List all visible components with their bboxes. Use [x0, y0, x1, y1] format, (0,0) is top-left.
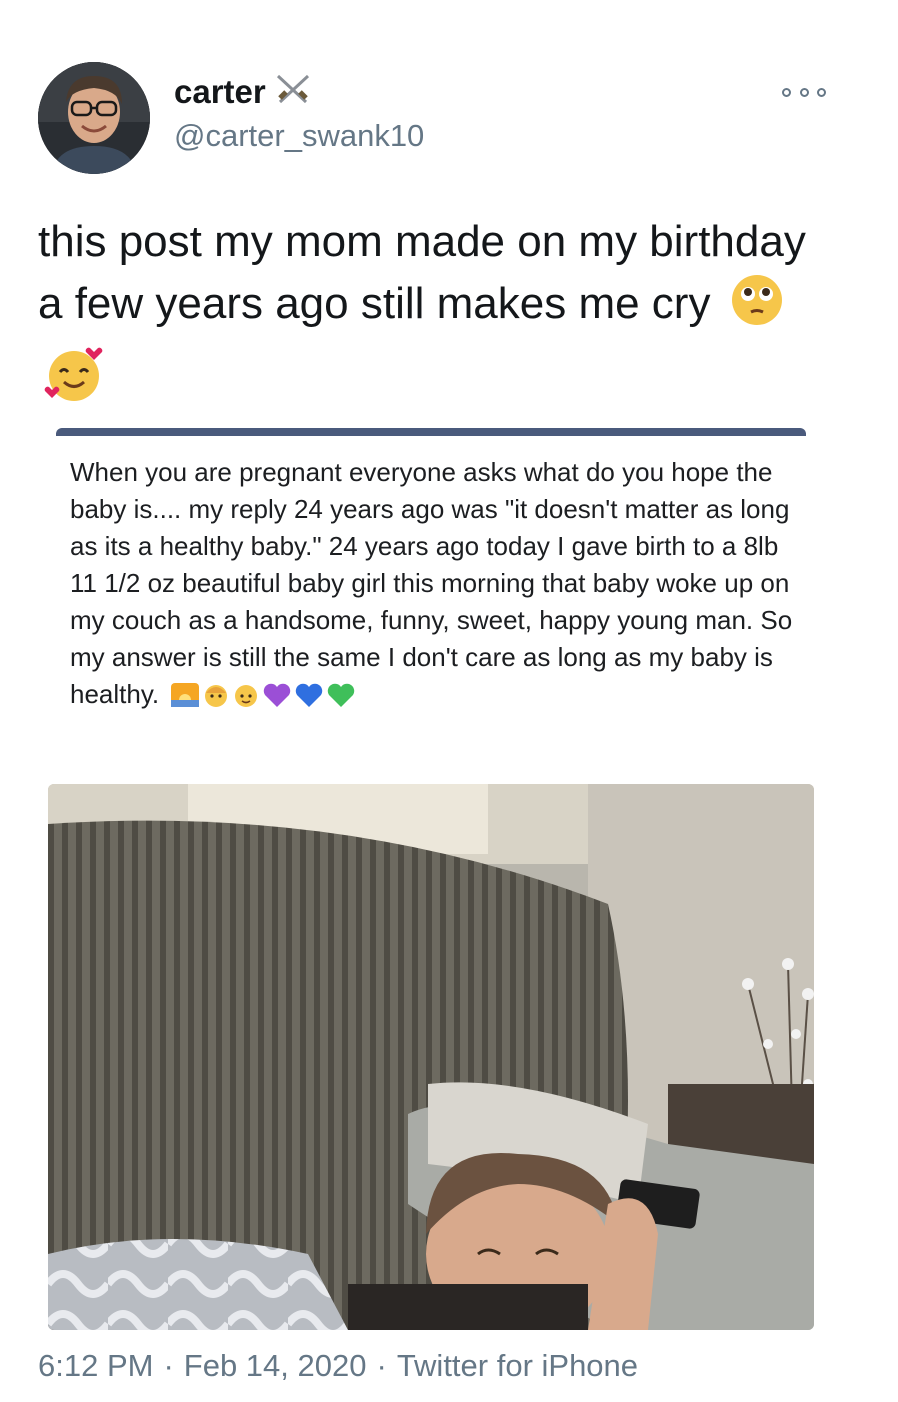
- tweet-body: this post my mom made on my birthday a f…: [38, 217, 806, 328]
- more-options-button[interactable]: [782, 82, 826, 102]
- embedded-post-body: When you are pregnant everyone asks what…: [70, 457, 793, 709]
- tweet-meta: 6:12 PM · Feb 14, 2020 · Twitter for iPh…: [38, 1348, 638, 1384]
- dot-icon: [782, 87, 791, 97]
- embed-top-bar: [56, 428, 806, 436]
- baby-girl-icon: [202, 681, 230, 719]
- green-heart-icon: [326, 681, 356, 718]
- tweet-card: carter @carter_swank10 this post my mom …: [0, 0, 898, 1402]
- tweet-source-link[interactable]: Twitter for iPhone: [397, 1348, 638, 1384]
- avatar[interactable]: [38, 62, 150, 174]
- face-holding-back-tears-icon: [729, 272, 785, 344]
- tweet-time[interactable]: 6:12 PM: [38, 1348, 153, 1384]
- meta-separator: ·: [163, 1348, 174, 1383]
- smiling-face-with-hearts-icon: [44, 344, 104, 420]
- meta-separator: ·: [376, 1348, 387, 1383]
- author-name-row[interactable]: carter: [174, 72, 312, 111]
- baby-boy-icon: [232, 681, 260, 719]
- handle[interactable]: @carter_swank10: [174, 118, 424, 154]
- embedded-photo[interactable]: [48, 784, 814, 1330]
- crossed-swords-icon: [274, 72, 312, 111]
- embedded-screenshot[interactable]: When you are pregnant everyone asks what…: [48, 422, 814, 1330]
- tweet-text: this post my mom made on my birthday a f…: [38, 212, 828, 420]
- display-name[interactable]: carter: [174, 73, 266, 111]
- embedded-emoji-row: [170, 681, 356, 719]
- dot-icon: [799, 87, 809, 97]
- tweet-date[interactable]: Feb 14, 2020: [184, 1348, 367, 1384]
- dot-icon: [817, 87, 826, 97]
- purple-heart-icon: [262, 681, 292, 718]
- sunrise-icon: [170, 681, 200, 718]
- sleeping-on-couch-photo: [48, 784, 814, 1330]
- embedded-post-text: When you are pregnant everyone asks what…: [70, 454, 800, 719]
- avatar-image: [38, 62, 150, 174]
- blue-heart-icon: [294, 681, 324, 718]
